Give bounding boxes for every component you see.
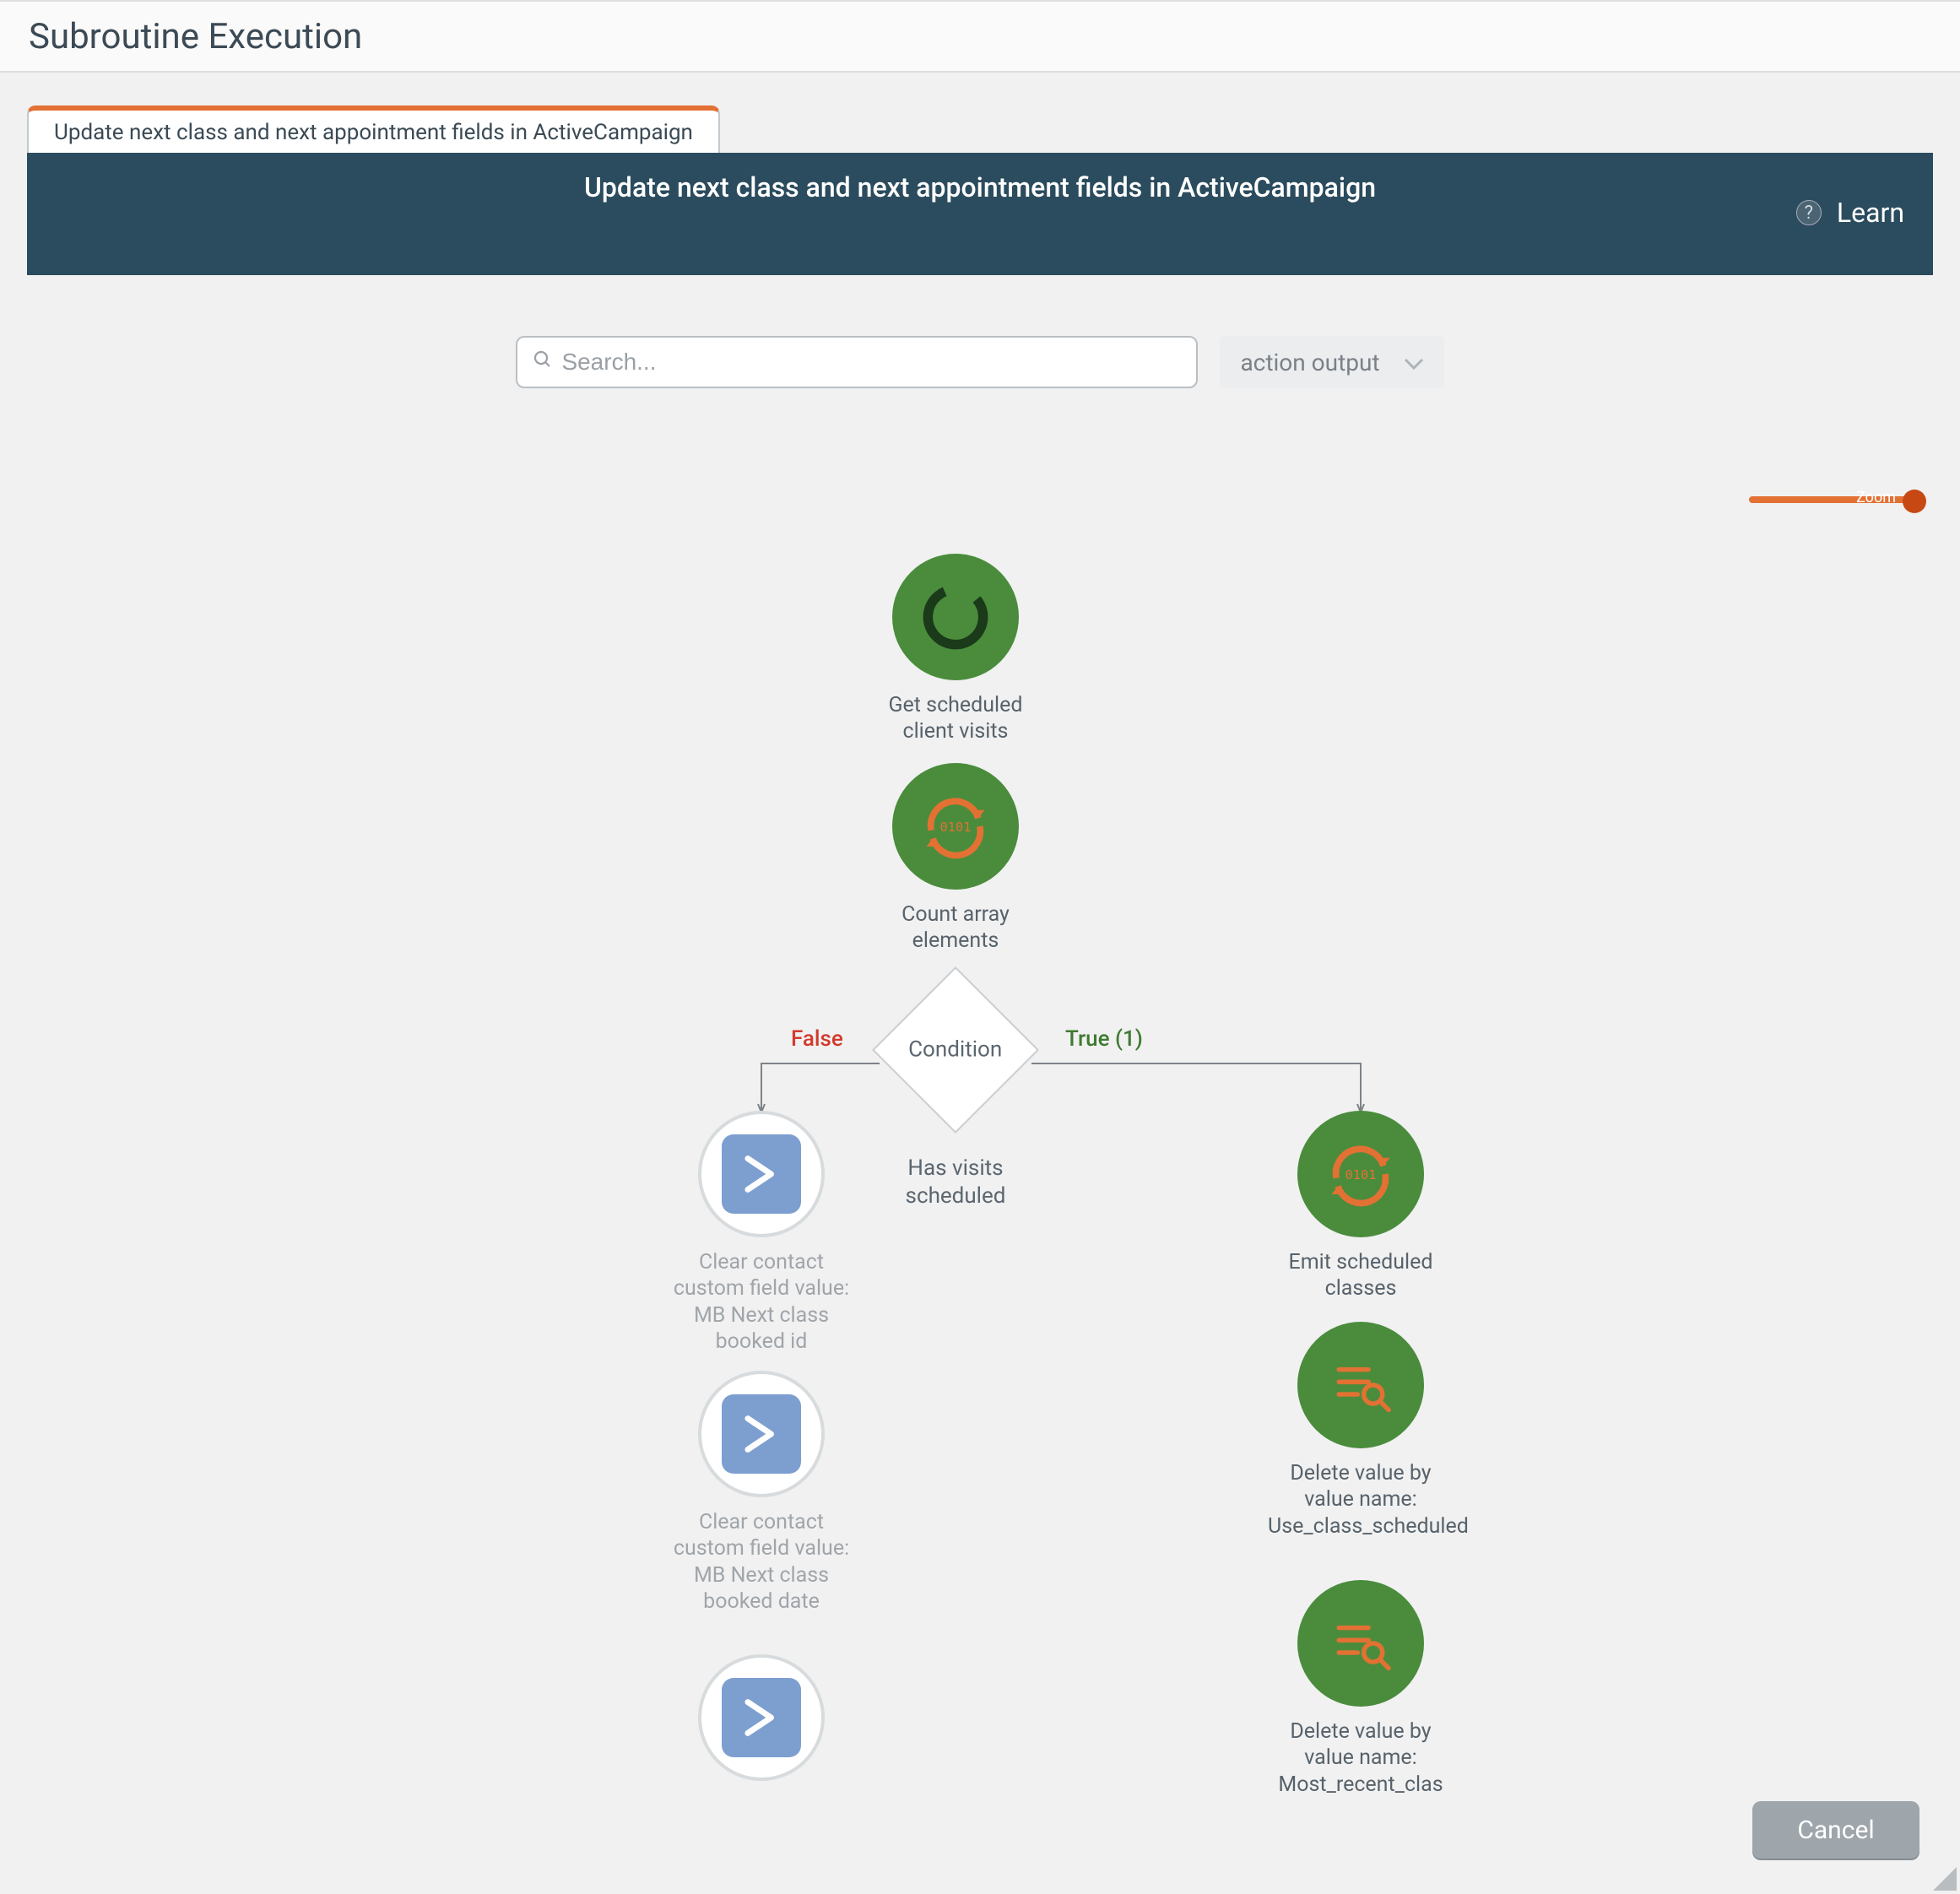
tab-strip: Update next class and next appointment f…: [27, 106, 720, 154]
help-icon: ?: [1796, 200, 1822, 225]
list-search-icon: [1297, 1580, 1424, 1707]
search-box[interactable]: [516, 336, 1198, 388]
workflow-canvas[interactable]: Get scheduled client visits 0101 Count a…: [27, 537, 1933, 1894]
cycle-icon: 0101: [892, 763, 1019, 890]
title-bar: Subroutine Execution: [0, 0, 1960, 73]
tab-active[interactable]: Update next class and next appointment f…: [27, 106, 720, 154]
condition-label: Condition: [908, 1037, 1002, 1063]
node-count-array[interactable]: 0101 Count array elements: [863, 763, 1048, 955]
svg-text:0101: 0101: [940, 820, 972, 835]
cancel-button[interactable]: Cancel: [1752, 1801, 1919, 1859]
node-get-visits[interactable]: Get scheduled client visits: [863, 554, 1048, 745]
node-label: Clear contact custom field value: MB Nex…: [669, 1509, 854, 1615]
node-clear-extra[interactable]: [669, 1654, 854, 1781]
banner: Update next class and next appointment f…: [27, 153, 1933, 275]
node-label: Delete value by value name: Most_recent_…: [1268, 1718, 1454, 1798]
resize-grip-icon[interactable]: [1933, 1867, 1957, 1891]
node-clear-date[interactable]: Clear contact custom field value: MB Nex…: [669, 1371, 854, 1615]
node-label: Delete value by value name: Use_class_sc…: [1268, 1460, 1454, 1540]
search-icon: [533, 349, 553, 376]
output-dropdown[interactable]: action output: [1220, 336, 1443, 388]
cycle-icon: 0101: [1297, 1111, 1424, 1237]
activecampaign-icon: [698, 1654, 825, 1781]
branch-true-label: True (1): [1065, 1026, 1143, 1052]
zoom-slider[interactable]: Zoom: [1749, 490, 1926, 508]
node-condition[interactable]: Condition Has visits scheduled: [871, 991, 1040, 1209]
chevron-down-icon: [1404, 349, 1424, 376]
tab-label: Update next class and next appointment f…: [54, 120, 693, 145]
search-input[interactable]: [561, 349, 1181, 376]
node-label: Count array elements: [863, 901, 1048, 955]
cancel-label: Cancel: [1797, 1816, 1874, 1845]
branch-false-label: False: [791, 1026, 843, 1052]
learn-button[interactable]: ? Learn: [1796, 197, 1904, 229]
zoom-label: Zoom: [1856, 489, 1896, 506]
node-emit[interactable]: 0101 Emit scheduled classes: [1268, 1111, 1454, 1302]
page-title: Subroutine Execution: [29, 16, 362, 57]
banner-title: Update next class and next appointment f…: [584, 171, 1376, 203]
diamond-icon: Condition: [872, 966, 1039, 1134]
activecampaign-icon: [698, 1111, 825, 1237]
condition-caption: Has visits scheduled: [871, 1155, 1040, 1209]
node-delete-1[interactable]: Delete value by value name: Use_class_sc…: [1268, 1322, 1454, 1540]
svg-text:0101: 0101: [1345, 1167, 1377, 1182]
loop-icon: [892, 554, 1019, 680]
node-clear-id[interactable]: Clear contact custom field value: MB Nex…: [669, 1111, 854, 1355]
node-label: Get scheduled client visits: [863, 692, 1048, 745]
search-row: action output: [0, 336, 1960, 388]
zoom-knob[interactable]: [1903, 490, 1926, 513]
node-label: Clear contact custom field value: MB Nex…: [669, 1249, 854, 1355]
node-label: Emit scheduled classes: [1268, 1249, 1454, 1302]
activecampaign-icon: [698, 1371, 825, 1497]
list-search-icon: [1297, 1322, 1424, 1448]
dropdown-label: action output: [1240, 349, 1379, 376]
node-delete-2[interactable]: Delete value by value name: Most_recent_…: [1268, 1580, 1454, 1798]
learn-label: Learn: [1837, 197, 1904, 229]
